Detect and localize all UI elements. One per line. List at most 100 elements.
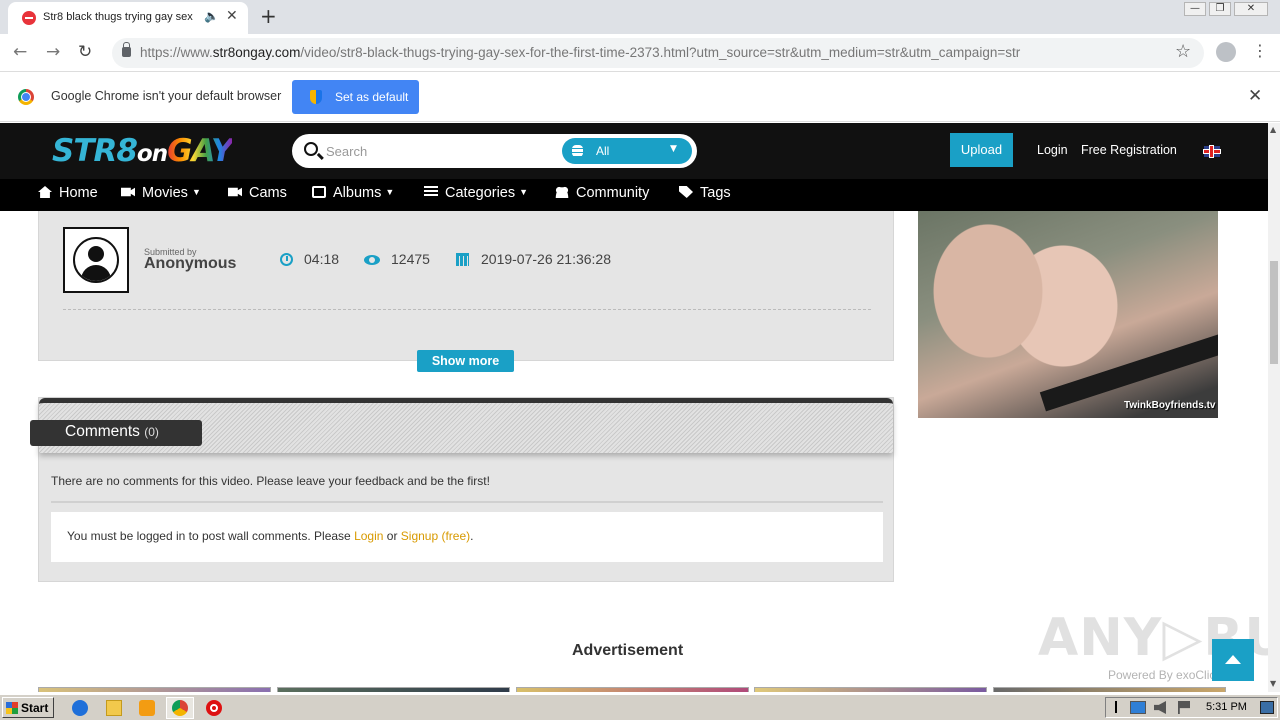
comments-tab[interactable]: Comments (0) — [30, 420, 202, 446]
show-desktop-icon[interactable] — [1260, 701, 1274, 714]
chrome-logo-icon — [18, 89, 34, 105]
nav-movies[interactable]: Movies ▼ — [121, 185, 201, 201]
taskbar: Start 5:31 PM — [0, 694, 1280, 720]
comment-count: (0) — [144, 425, 159, 439]
lock-icon[interactable] — [122, 42, 131, 57]
powered-by-text: Powered By exoClick — [1108, 668, 1222, 682]
internet-explorer-icon[interactable] — [72, 700, 88, 716]
home-icon — [38, 186, 52, 198]
site-favicon-icon — [22, 11, 36, 25]
nav-home[interactable]: Home — [38, 185, 98, 201]
users-icon — [555, 186, 569, 198]
network-icon[interactable] — [1130, 701, 1146, 714]
page-scrollbar[interactable]: ▲ ▼ — [1268, 123, 1280, 692]
forward-button[interactable]: → — [46, 42, 60, 62]
ad-thumbnail[interactable] — [277, 687, 510, 692]
chrome-icon — [172, 700, 188, 716]
submitter-name[interactable]: Anonymous — [144, 255, 236, 273]
avatar[interactable] — [63, 227, 129, 293]
chrome-menu-icon[interactable]: ⋮ — [1252, 41, 1268, 60]
login-prompt-box: You must be logged in to post wall comme… — [51, 512, 883, 562]
login-prompt: You must be logged in to post wall comme… — [67, 529, 474, 543]
address-bar-row: ← → ↻ https://www.str8ongay.com/video/st… — [0, 34, 1280, 72]
bookmark-star-icon[interactable]: ☆ — [1175, 41, 1191, 62]
ad-thumbnail[interactable] — [754, 687, 987, 692]
site-nav: Home Movies ▼ Cams Albums ▼ Categories ▼ Co… — [0, 179, 1268, 211]
upload-date: 2019-07-26 21:36:28 — [481, 251, 611, 267]
uk-flag-icon[interactable] — [1204, 146, 1220, 157]
scrollbar-thumb[interactable] — [1270, 261, 1278, 364]
taskbar-clock: 5:31 PM — [1206, 701, 1247, 713]
nav-cams[interactable]: Cams — [228, 185, 287, 201]
maximize-button[interactable]: ❐ — [1209, 2, 1231, 16]
sidebar-ad-image[interactable]: TwinkBoyfriends.tv — [918, 211, 1218, 418]
search-scope-dropdown[interactable]: All ▼ — [562, 138, 692, 164]
shield-icon — [310, 90, 322, 104]
nav-categories[interactable]: Categories ▼ — [424, 185, 528, 201]
comment-signup-link[interactable]: Signup (free) — [401, 529, 470, 543]
folder-icon[interactable] — [106, 700, 122, 716]
windows-logo-icon — [6, 702, 18, 714]
infobar-message: Google Chrome isn't your default browser — [51, 89, 282, 103]
upload-button[interactable]: Upload — [950, 133, 1013, 167]
list-icon — [424, 186, 438, 198]
browser-tab[interactable]: Str8 black thugs trying gay sex 🔈 ✕ — [8, 2, 248, 34]
flag-icon[interactable] — [1178, 701, 1190, 714]
nav-albums[interactable]: Albums ▼ — [312, 185, 394, 201]
nav-tags[interactable]: Tags — [679, 185, 731, 201]
page-content: Submitted by Anonymous 04:18 12475 2019-… — [0, 211, 1268, 692]
minimize-button[interactable]: — — [1184, 2, 1206, 16]
tags-icon — [679, 186, 693, 198]
omnibox[interactable]: https://www.str8ongay.com/video/str8-bla… — [112, 38, 1204, 68]
scroll-down-arrow-icon[interactable]: ▼ — [1270, 679, 1276, 688]
camera-icon — [312, 186, 326, 198]
new-tab-button[interactable]: + — [260, 4, 277, 28]
volume-icon[interactable] — [1154, 701, 1166, 714]
scroll-up-arrow-icon[interactable]: ▲ — [1270, 125, 1276, 134]
default-browser-infobar: Google Chrome isn't your default browser… — [0, 72, 1280, 122]
tab-strip: Str8 black thugs trying gay sex 🔈 ✕ + — … — [0, 0, 1280, 34]
comment-login-link[interactable]: Login — [354, 529, 383, 543]
divider — [63, 309, 871, 310]
free-registration-link[interactable]: Free Registration — [1081, 143, 1177, 157]
back-button[interactable]: ← — [13, 42, 27, 62]
divider — [51, 501, 883, 503]
database-icon — [572, 145, 583, 157]
tray-expand-icon[interactable] — [1112, 701, 1120, 713]
view-count: 12475 — [391, 251, 430, 267]
ad-thumbnail[interactable] — [38, 687, 271, 692]
clock-icon — [280, 253, 293, 266]
user-icon — [73, 237, 119, 283]
calendar-icon — [456, 253, 469, 266]
media-player-icon[interactable] — [139, 700, 155, 716]
ad-watermark: TwinkBoyfriends.tv — [1124, 400, 1216, 411]
search-icon[interactable] — [304, 142, 318, 156]
start-button[interactable]: Start — [2, 697, 54, 718]
system-tray: 5:31 PM — [1105, 697, 1278, 718]
stop-icon[interactable] — [206, 700, 222, 716]
tab-title: Str8 black thugs trying gay sex — [43, 11, 193, 23]
infobar-close-icon[interactable]: ✕ — [1248, 86, 1262, 106]
speaker-icon[interactable]: 🔈 — [204, 9, 219, 23]
scroll-to-top-button[interactable] — [1212, 639, 1254, 681]
chevron-down-icon: ▼ — [670, 144, 677, 154]
video-camera-icon — [228, 187, 242, 197]
search-box: All ▼ — [292, 134, 697, 168]
url-text[interactable]: https://www.str8ongay.com/video/str8-bla… — [140, 45, 1080, 60]
set-as-default-button[interactable]: Set as default — [292, 80, 419, 114]
no-comments-message: There are no comments for this video. Pl… — [51, 474, 490, 488]
ad-thumbnail[interactable] — [516, 687, 749, 692]
show-more-button[interactable]: Show more — [417, 350, 514, 372]
profile-avatar-icon[interactable] — [1216, 42, 1236, 62]
video-duration: 04:18 — [304, 251, 340, 267]
tab-close-icon[interactable]: ✕ — [226, 8, 238, 24]
reload-button[interactable]: ↻ — [78, 42, 92, 62]
nav-community[interactable]: Community — [555, 185, 649, 201]
login-link[interactable]: Login — [1037, 143, 1068, 157]
video-camera-icon — [121, 187, 135, 197]
site-logo[interactable]: STR8onGAY — [52, 133, 233, 169]
screen: Str8 black thugs trying gay sex 🔈 ✕ + — … — [0, 0, 1280, 720]
window-close-button[interactable]: ✕ — [1234, 2, 1268, 16]
search-input[interactable] — [326, 141, 546, 161]
ad-thumbnail[interactable] — [993, 687, 1226, 692]
